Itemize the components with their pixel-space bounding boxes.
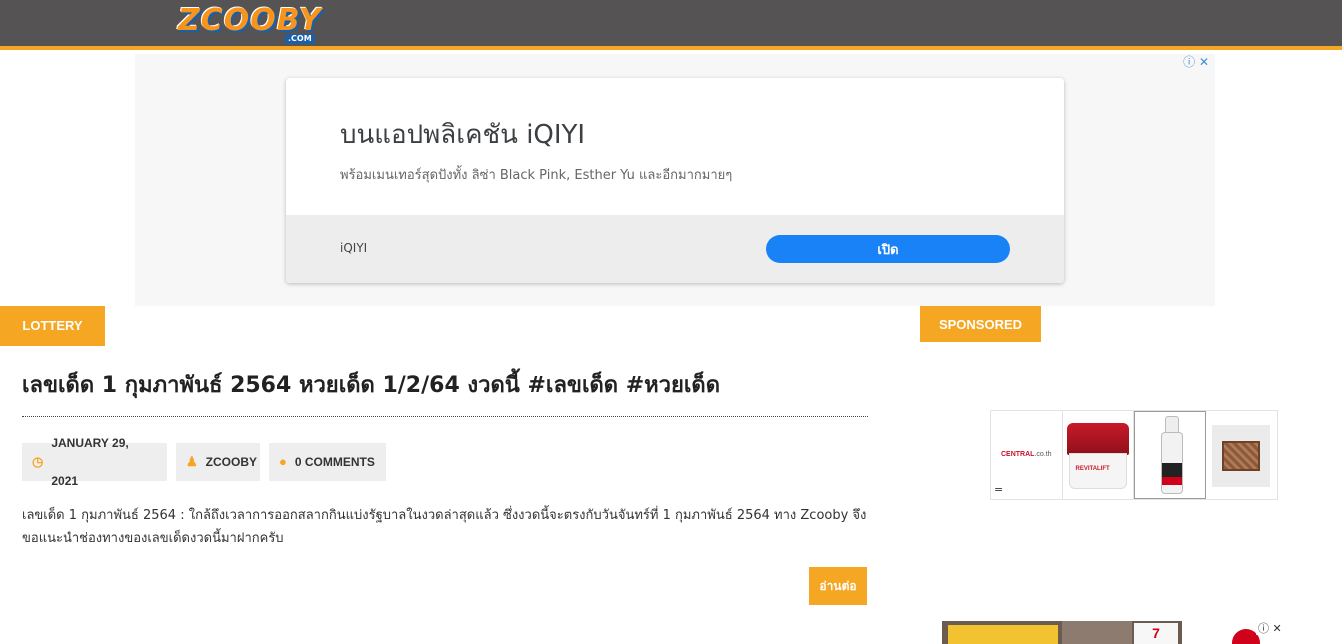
store-suffix: .co.th <box>1034 451 1052 458</box>
product-doormat[interactable] <box>1206 411 1278 499</box>
ad-description: พร้อมเมนเทอร์สุดปังทั้ง ลิซ่า Black Pink… <box>340 168 733 183</box>
product-spray-bottle[interactable] <box>1134 411 1206 499</box>
post-date-text: JANUARY 29, 2021 <box>51 436 129 488</box>
banner-close-icon[interactable]: ⓘ ✕ <box>1256 622 1284 635</box>
ad-card[interactable]: บนแอปพลิเคชัน iQIYI พร้อมเมนเทอร์สุดปังท… <box>286 78 1064 283</box>
ad-title[interactable]: บนแอปพลิเคชัน iQIYI <box>340 114 585 155</box>
post-comments[interactable]: ● 0 COMMENTS <box>269 443 386 481</box>
product-cream-jar[interactable]: REVITALIFT <box>1063 411 1134 499</box>
category-tag-lottery[interactable]: LOTTERY <box>0 306 105 346</box>
cream-jar-image: REVITALIFT <box>1066 423 1129 489</box>
read-more-button[interactable]: อ่านต่อ <box>809 567 867 605</box>
post-author[interactable]: ♟ ZCOOBY <box>176 443 260 481</box>
doormat-image <box>1211 425 1270 487</box>
top-ad: ⓘ ✕ บนแอปพลิเคชัน iQIYI พร้อมเมนเทอร์สุด… <box>135 54 1215 306</box>
ad-footer: iQIYI เปิด <box>286 215 1064 283</box>
logo-wordmark: ZCOOBY <box>178 3 322 38</box>
seven-eleven-logo: 7 <box>1134 623 1178 644</box>
bottom-banner-ad[interactable]: 7 <box>942 621 1280 644</box>
spray-bottle-image <box>1161 416 1183 496</box>
jar-label: REVITALIFT <box>1075 466 1110 472</box>
ad-brand: iQIYI <box>340 241 368 255</box>
store-logo-cell[interactable]: CENTRAL.co.th = <box>991 411 1063 499</box>
post-author-text[interactable]: ZCOOBY <box>206 443 257 481</box>
user-icon: ♟ <box>186 454 198 469</box>
site-logo[interactable]: ZCOOBY .COM <box>178 4 321 44</box>
post-title[interactable]: เลขเด็ด 1 กุมภาพันธ์ 2564 หวยเด็ด 1/2/64… <box>22 370 868 417</box>
sidebar-heading-sponsored: SPONSORED <box>920 306 1041 342</box>
post-excerpt: เลขเด็ด 1 กุมภาพันธ์ 2564 : ใกล้ถึงเวลาก… <box>22 508 867 546</box>
ad-open-button[interactable]: เปิด <box>766 235 1010 263</box>
post-comments-text[interactable]: 0 COMMENTS <box>295 443 375 481</box>
post-date: ◷ JANUARY 29, 2021 <box>22 436 167 488</box>
site-header: ZCOOBY .COM <box>0 0 1342 50</box>
store-name: CENTRAL <box>1001 451 1035 458</box>
menu-icon[interactable]: = <box>994 483 1003 496</box>
sponsored-product-ad[interactable]: CENTRAL.co.th = REVITALIFT <box>990 410 1278 500</box>
clock-icon: ◷ <box>32 454 44 469</box>
ad-choices-close-icon[interactable]: ⓘ ✕ <box>1183 55 1209 69</box>
logo-domain: .COM <box>285 34 315 44</box>
comment-icon: ● <box>279 454 287 469</box>
store-logo: CENTRAL.co.th <box>1001 451 1052 458</box>
